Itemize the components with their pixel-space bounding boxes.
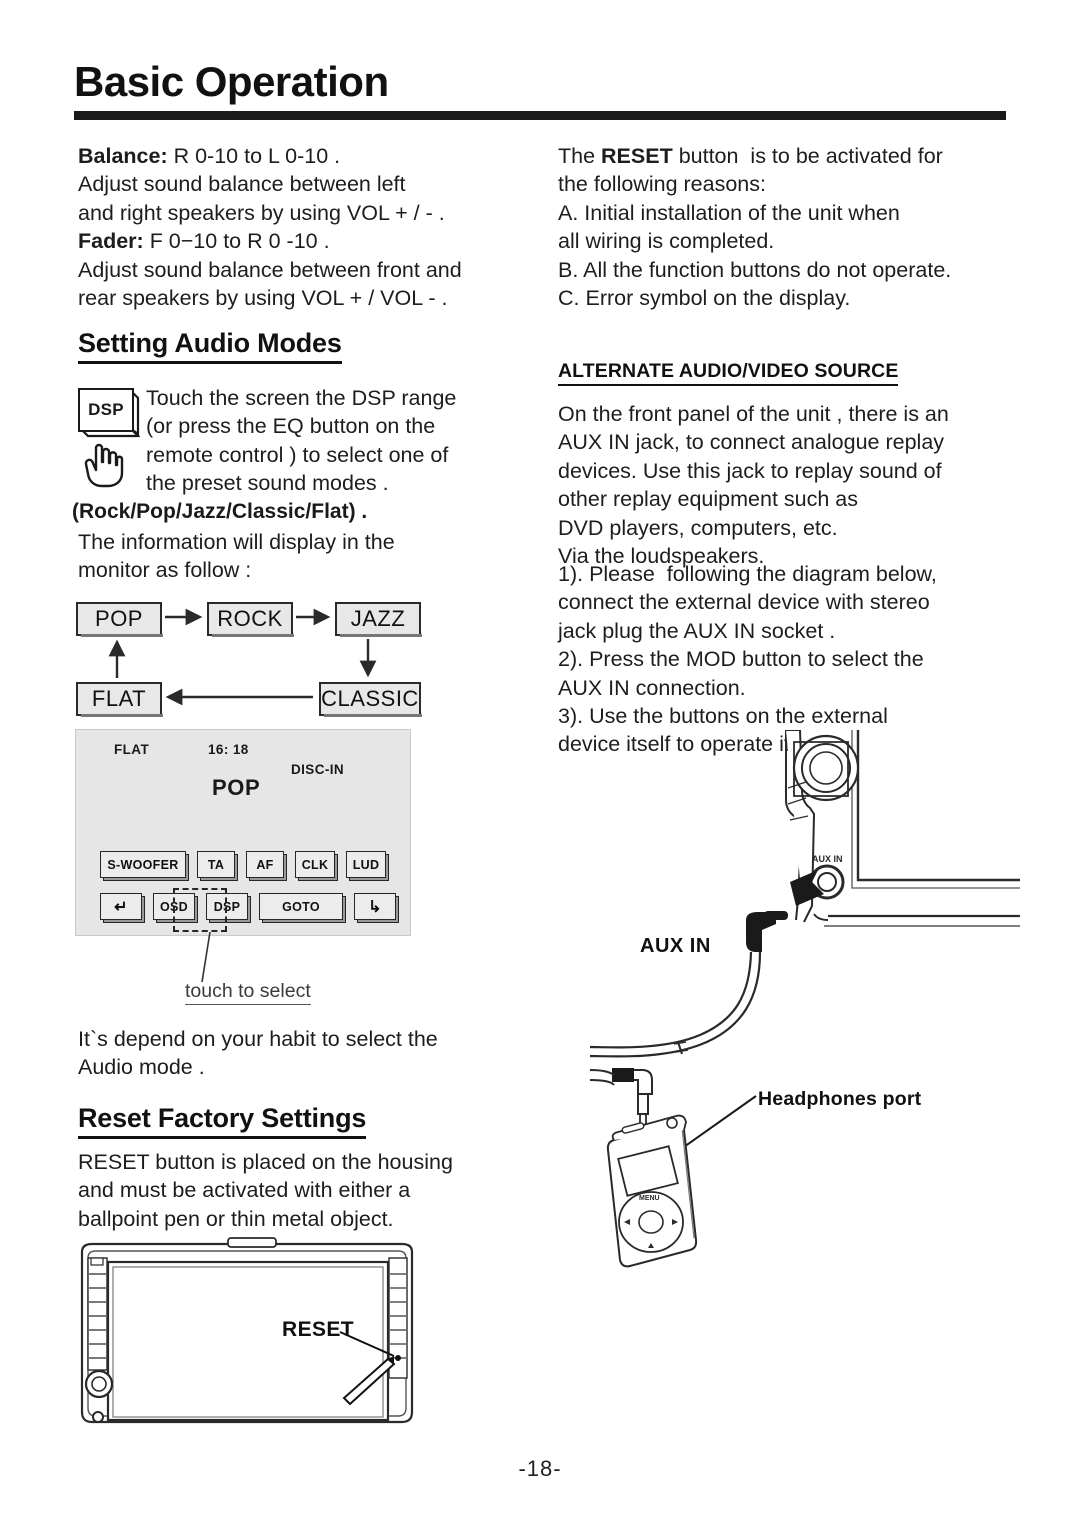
pointing-hand-icon xyxy=(82,440,128,488)
fader-description: Adjust sound balance between front and r… xyxy=(78,257,462,311)
fader-label: Fader: xyxy=(78,229,144,254)
reset-reasons-intro: The RESET button is to be activated for … xyxy=(558,142,1010,199)
monitor-button-ta[interactable]: TA xyxy=(197,851,235,878)
reset-reason-c: C. Error symbol on the display. xyxy=(558,286,851,311)
reset-reason-b: B. All the function buttons do not opera… xyxy=(558,257,952,282)
monitor-button-lud[interactable]: LUD xyxy=(346,851,386,878)
monitor-button-row-1: S-WOOFER TA AF CLK LUD xyxy=(100,851,386,878)
dsp-highlight-box xyxy=(173,888,227,932)
flow-box-rock: ROCK xyxy=(207,602,294,637)
balance-label: Balance: xyxy=(78,144,168,168)
monitor-button-enter-icon[interactable]: ↵ xyxy=(100,893,142,920)
reset-intro-pre: The xyxy=(558,144,602,168)
mp3-player-illustration: MENU xyxy=(596,1110,726,1285)
aux-in-port-label: AUX IN xyxy=(812,854,843,864)
monitor-button-row-2: ↵ OSD DSP GOTO ↳ xyxy=(100,893,396,920)
dsp-button-icon: DSP xyxy=(78,388,140,438)
reset-reason-a: A. Initial installation of the unit when… xyxy=(558,200,900,254)
monitor-current-mode: POP xyxy=(212,775,261,800)
balance-fader-block: Balance: R 0-10 to L 0-10 . Adjust sound… xyxy=(78,142,546,312)
reset-intro-bold: RESET xyxy=(601,144,673,168)
preset-modes-list: (Rock/Pop/Jazz/Classic/Flat) . xyxy=(72,500,368,523)
monitor-button-clk[interactable]: CLK xyxy=(295,851,335,878)
menu-label: MENU xyxy=(639,1195,660,1202)
reset-button-callout-label: RESET xyxy=(282,1318,355,1341)
reset-description: RESET button is placed on the housing an… xyxy=(78,1150,453,1231)
left-column: Balance: R 0-10 to L 0-10 . Adjust sound… xyxy=(78,142,546,312)
head-unit-illustration xyxy=(72,1232,424,1424)
fader-value: F 0−10 to R 0 -10 . xyxy=(143,229,330,254)
dsp-icon-label: DSP xyxy=(78,388,134,432)
flow-box-pop: POP xyxy=(76,602,163,637)
audio-modes-heading: Setting Audio Modes xyxy=(78,328,342,364)
manual-page: Basic Operation Balance: R 0-10 to L 0-1… xyxy=(0,0,1080,1529)
alternate-source-heading: ALTERNATE AUDIO/VIDEO SOURCE xyxy=(558,360,899,386)
reset-factory-heading: Reset Factory Settings xyxy=(78,1103,366,1139)
flow-box-classic: CLASSIC xyxy=(319,682,422,717)
monitor-info-text: The information will display in the moni… xyxy=(78,530,395,583)
flow-box-jazz: JAZZ xyxy=(335,602,422,637)
right-column: The RESET button is to be activated for … xyxy=(558,142,1010,312)
monitor-screen-mockup: FLAT 16: 18 DISC-IN POP S-WOOFER TA AF C… xyxy=(75,729,411,936)
monitor-disc-status: DISC-IN xyxy=(291,762,345,777)
monitor-clock: 16: 18 xyxy=(208,742,249,757)
balance-value: R 0-10 to L 0-10 . xyxy=(167,144,341,168)
reset-heading-wrap: Reset Factory Settings xyxy=(78,1103,366,1139)
headphones-port-label: Headphones port xyxy=(758,1088,922,1110)
audio-modes-heading-wrap: Setting Audio Modes xyxy=(78,328,342,364)
flow-box-flat: FLAT xyxy=(76,682,163,717)
monitor-eq-label: FLAT xyxy=(114,742,150,757)
alternate-source-paragraph: On the front panel of the unit , there i… xyxy=(558,402,949,569)
touch-to-select-label: touch to select xyxy=(185,980,311,1005)
alternate-source-heading-wrap: ALTERNATE AUDIO/VIDEO SOURCE xyxy=(558,360,899,386)
monitor-button-exit-icon[interactable]: ↳ xyxy=(354,893,396,920)
aux-in-label: AUX IN xyxy=(640,935,711,957)
habit-text: It`s depend on your habit to select the … xyxy=(78,1027,438,1080)
balance-description: Adjust sound balance between left and ri… xyxy=(78,172,445,225)
dsp-instruction-text: Touch the screen the DSP range (or press… xyxy=(146,386,457,496)
monitor-button-goto[interactable]: GOTO xyxy=(259,893,343,920)
monitor-button-af[interactable]: AF xyxy=(246,851,284,878)
page-number: -18- xyxy=(518,1456,562,1481)
title-divider xyxy=(74,111,1006,120)
page-title: Basic Operation xyxy=(74,58,389,105)
monitor-button-s-woofer[interactable]: S-WOOFER xyxy=(100,851,186,878)
audio-mode-flow-diagram: POP ROCK JAZZ CLASSIC FLAT xyxy=(70,598,440,720)
